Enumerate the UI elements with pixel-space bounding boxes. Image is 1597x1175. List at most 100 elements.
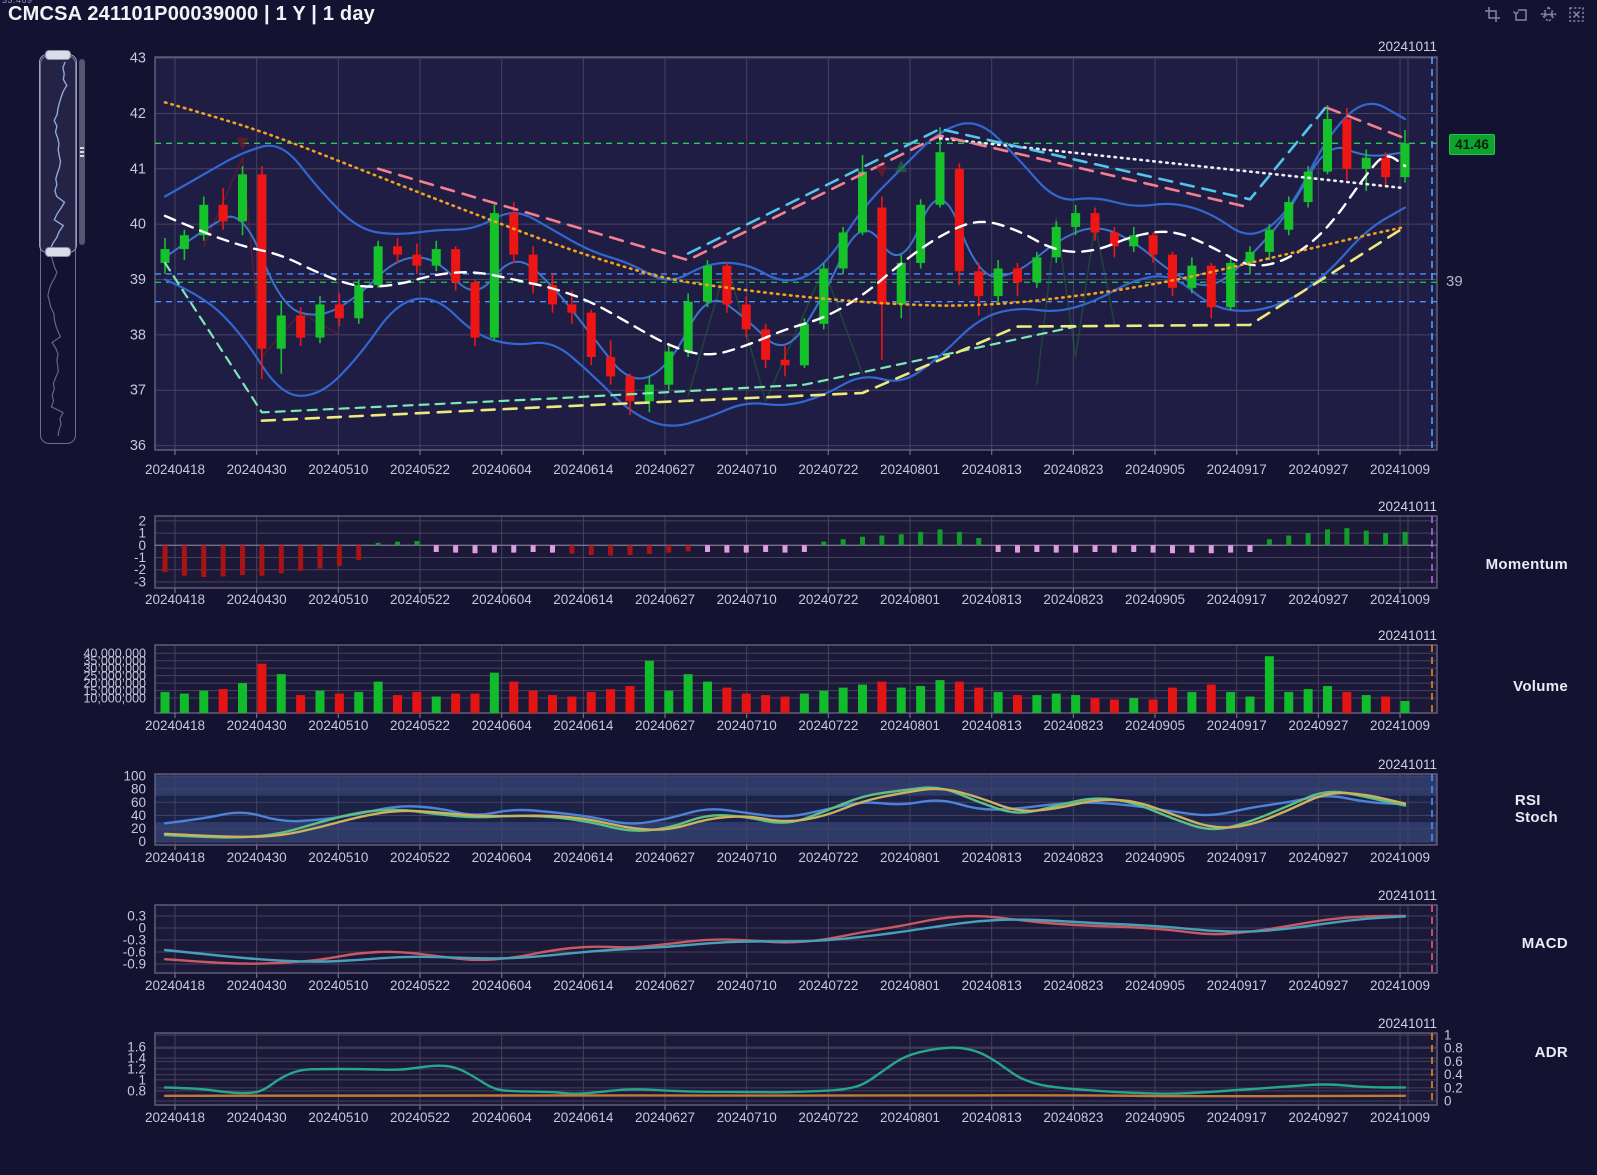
rsi-stoch-panel[interactable]: 2024101110080604020020240418202404302024… — [123, 757, 1437, 865]
x-axis-tick-label: 20240813 — [962, 462, 1022, 477]
momentum-panel-label: Momentum — [1486, 556, 1568, 573]
x-axis-tick-label: 20240418 — [145, 850, 205, 865]
x-axis-tick-label: 20240823 — [1043, 718, 1103, 733]
x-axis-tick-label: 20240430 — [227, 462, 287, 477]
title-bar: 33.469 CMCSA 241101P00039000 | 1 Y | 1 d… — [0, 0, 1597, 34]
y-axis-tick-label: 41 — [130, 161, 146, 177]
navigator-handle-top[interactable] — [45, 50, 71, 60]
x-axis-tick-label: 20240418 — [145, 462, 205, 477]
x-axis-tick-label: 20241009 — [1370, 978, 1430, 993]
x-axis-tick-label: 20240430 — [227, 592, 287, 607]
navigator-scrollbar[interactable] — [79, 59, 85, 245]
x-axis-tick-label: 20240722 — [798, 850, 858, 865]
x-axis-tick-label: 20240905 — [1125, 462, 1185, 477]
current-date-label: 20241011 — [1378, 757, 1437, 772]
y-axis-tick-label: 0 — [1444, 1094, 1452, 1109]
y-axis-tick-label: 43 — [130, 51, 146, 67]
x-axis-tick-label: 20241009 — [1370, 1110, 1430, 1125]
time-range-navigator[interactable] — [40, 55, 76, 444]
current-date-label: 20241011 — [1378, 888, 1437, 903]
x-axis-tick-label: 20240418 — [145, 718, 205, 733]
y-axis-tick-label: -3 — [134, 574, 146, 589]
x-axis-tick-label: 20240627 — [635, 1110, 695, 1125]
price-chart-panel[interactable]: 20241011 43 42 41 40 39 38 37 36 20240418 20240430… — [130, 39, 1437, 477]
rsi-band — [155, 776, 1437, 796]
x-axis-tick-label: 20240801 — [880, 718, 940, 733]
x-axis-tick-label: 20240801 — [880, 978, 940, 993]
x-axis-tick-label: 20240604 — [472, 462, 533, 477]
x-axis-tick-label: 20240418 — [145, 978, 205, 993]
current-date-label: 20241011 — [1378, 499, 1437, 514]
strike-price-label: 39 — [1446, 273, 1463, 290]
x-axis-tick-label: 20240510 — [308, 850, 368, 865]
x-axis-tick-label: 20240722 — [798, 978, 858, 993]
x-axis-tick-label: 20240614 — [553, 592, 614, 607]
adr-panel-label: ADR — [1535, 1044, 1568, 1061]
x-axis-tick-label: 20240430 — [227, 718, 287, 733]
x-axis-tick-label: 20240823 — [1043, 850, 1103, 865]
y-axis-tick-label: 39 — [130, 272, 146, 288]
navigator-handle-bottom[interactable] — [45, 247, 71, 257]
y-axis-tick-label: 10,000,000 — [83, 692, 146, 706]
x-axis-tick-label: 20240522 — [390, 718, 450, 733]
x-axis-tick-label: 20240710 — [717, 592, 777, 607]
volume-panel[interactable]: 2024101140,000,00035,000,00030,000,00025… — [83, 628, 1437, 733]
x-axis-tick-label: 20240905 — [1125, 1110, 1185, 1125]
x-axis-tick-label: 20240823 — [1043, 462, 1103, 477]
x-axis-tick-label: 20240722 — [798, 462, 858, 477]
macd-panel[interactable]: 202410110.30-0.3-0.6-0.92024041820240430… — [123, 888, 1437, 993]
undo-box-icon[interactable] — [1512, 6, 1529, 23]
x-axis-tick-label: 20240905 — [1125, 850, 1185, 865]
volume-panel-label: Volume — [1513, 678, 1568, 695]
x-axis-tick-label: 20240614 — [553, 462, 614, 477]
x-axis-tick-label: 20241009 — [1370, 462, 1430, 477]
x-axis-tick-label: 20240917 — [1207, 592, 1267, 607]
x-axis-tick-label: 20240801 — [880, 1110, 940, 1125]
y-axis-tick-label: 0 — [138, 834, 146, 849]
x-axis-tick-label: 20240614 — [553, 978, 614, 993]
navigator-selection[interactable] — [39, 54, 77, 253]
y-axis-tick-label: 0.8 — [127, 1083, 146, 1098]
x-axis-tick-label: 20240927 — [1288, 462, 1348, 477]
x-axis-tick-label: 20240801 — [880, 462, 940, 477]
x-axis-tick-label: 20240522 — [390, 592, 450, 607]
x-axis-tick-label: 20240813 — [962, 978, 1022, 993]
x-axis-tick-label: 20240614 — [553, 850, 614, 865]
x-axis-tick-label: 20240801 — [880, 592, 940, 607]
x-axis-tick-label: 20241009 — [1370, 850, 1430, 865]
x-axis-tick-label: 20240905 — [1125, 592, 1185, 607]
y-axis-tick-label: 36 — [130, 438, 146, 454]
x-axis-tick-label: 20240418 — [145, 592, 205, 607]
x-axis-tick-label: 20240604 — [472, 592, 533, 607]
x-axis-tick-label: 20240627 — [635, 462, 695, 477]
y-axis-tick-label: 37 — [130, 383, 146, 399]
y-axis-tick-label: 38 — [130, 327, 146, 343]
y-axis-tick-label: 40 — [130, 217, 146, 233]
clear-selection-icon[interactable] — [1568, 6, 1585, 23]
x-axis-tick-label: 20240604 — [472, 850, 533, 865]
window-title: CMCSA 241101P00039000 | 1 Y | 1 day — [8, 3, 375, 26]
x-axis-tick-label: 20240927 — [1288, 1110, 1348, 1125]
x-axis-tick-label: 20240522 — [390, 462, 450, 477]
x-axis-tick-label: 20241009 — [1370, 592, 1430, 607]
x-axis-tick-label: 20240722 — [798, 1110, 858, 1125]
x-axis-tick-label: 20240927 — [1288, 850, 1348, 865]
y-axis-tick-label: 42 — [130, 106, 146, 122]
x-axis-tick-label: 20240823 — [1043, 592, 1103, 607]
x-axis-tick-label: 20240627 — [635, 592, 695, 607]
momentum-panel[interactable]: 20241011210-1-2-320240418202404302024051… — [134, 499, 1437, 607]
x-axis-tick-label: 20240510 — [308, 718, 368, 733]
x-axis-tick-label: 20240917 — [1207, 1110, 1267, 1125]
crop-icon[interactable] — [1484, 6, 1501, 23]
current-date-label: 20241011 — [1378, 39, 1437, 54]
x-axis-tick-label: 20240510 — [308, 592, 368, 607]
x-axis-tick-label: 20240522 — [390, 850, 450, 865]
pan-icon[interactable] — [1540, 6, 1557, 23]
x-axis-tick-label: 20240917 — [1207, 462, 1267, 477]
chart-canvas[interactable]: 20241011 43 42 41 40 39 38 37 36 20240418 20240430… — [0, 0, 1597, 1175]
macd-panel-label: MACD — [1522, 935, 1568, 952]
scrollbar-grip-icon — [80, 147, 84, 157]
current-date-label: 20241011 — [1378, 628, 1437, 643]
x-axis-tick-label: 20240614 — [553, 1110, 614, 1125]
adr-panel[interactable]: 202410111.61.41.210.810.80.60.40.2020240… — [127, 1016, 1463, 1125]
